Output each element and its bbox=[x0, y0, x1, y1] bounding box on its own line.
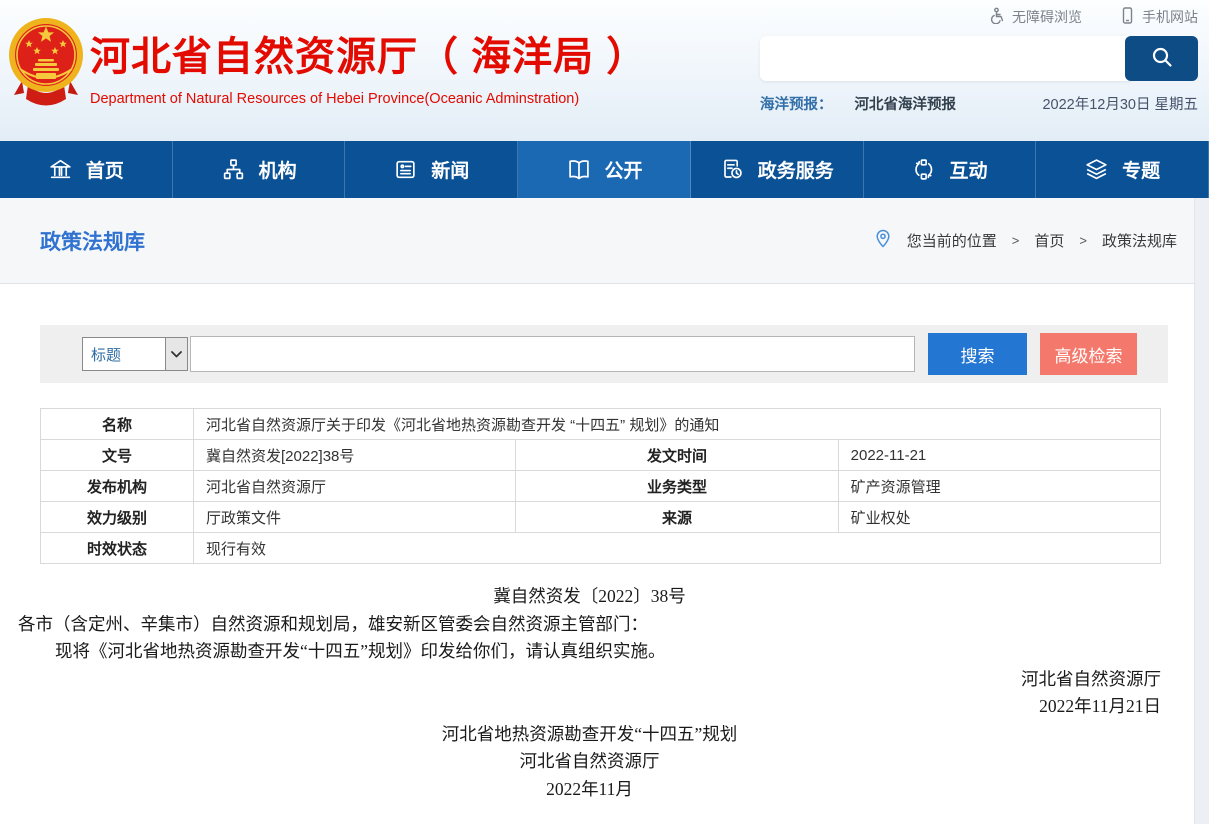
accessibility-label: 无障碍浏览 bbox=[1012, 7, 1082, 27]
site-subtitle: Department of Natural Resources of Hebei… bbox=[90, 91, 647, 107]
location-pin-icon bbox=[874, 229, 892, 253]
mobile-site-link[interactable]: 手机网站 bbox=[1120, 7, 1198, 27]
search-icon bbox=[1149, 44, 1175, 73]
site-title-block: 河北省自然资源厅（ 海洋局 ） Department of Natural Re… bbox=[90, 24, 647, 107]
nav-label: 政务服务 bbox=[758, 156, 834, 183]
field-value: 河北省自然资源厅关于印发《河北省地热资源勘查开发 “十四五” 规划》的通知 bbox=[194, 409, 1161, 440]
field-value: 现行有效 bbox=[194, 533, 1161, 564]
field-value: 河北省自然资源厅 bbox=[194, 471, 516, 502]
scrollbar[interactable] bbox=[1194, 198, 1209, 824]
field-value: 冀自然资发[2022]38号 bbox=[194, 440, 516, 471]
field-value: 厅政策文件 bbox=[194, 502, 516, 533]
nav-label: 专题 bbox=[1122, 156, 1160, 183]
table-row: 发布机构 河北省自然资源厅 业务类型 矿产资源管理 bbox=[41, 471, 1161, 502]
chevron-down-icon bbox=[165, 338, 187, 370]
ocean-forecast-label: 海洋预报： bbox=[760, 93, 833, 114]
field-label: 效力级别 bbox=[41, 502, 194, 533]
topics-icon bbox=[1084, 157, 1109, 182]
breadcrumb: 您当前的位置 > 首页 > 政策法规库 bbox=[874, 229, 1177, 253]
field-value: 矿产资源管理 bbox=[838, 471, 1160, 502]
nav-item-interaction[interactable]: 互动 bbox=[864, 141, 1037, 198]
nav-label: 互动 bbox=[949, 156, 987, 183]
field-label: 来源 bbox=[516, 502, 838, 533]
nav-label: 首页 bbox=[86, 156, 124, 183]
document-number: 冀自然资发〔2022〕38号 bbox=[18, 583, 1161, 611]
ocean-forecast-link[interactable]: 河北省海洋预报 bbox=[855, 93, 957, 114]
plan-date: 2022年11月 bbox=[18, 776, 1161, 804]
accessibility-icon bbox=[988, 7, 1005, 27]
search-button[interactable]: 搜索 bbox=[928, 333, 1027, 375]
plan-title: 河北省地热资源勘查开发“十四五”规划 bbox=[18, 721, 1161, 749]
document-detail-table: 名称 河北省自然资源厅关于印发《河北省地热资源勘查开发 “十四五” 规划》的通知… bbox=[40, 408, 1161, 564]
nav-item-public[interactable]: 公开 bbox=[518, 141, 691, 198]
news-icon bbox=[393, 157, 418, 182]
document-salutation: 各市（含定州、辛集市）自然资源和规划局，雄安新区管委会自然资源主管部门： bbox=[18, 611, 1161, 639]
nav-item-topics[interactable]: 专题 bbox=[1036, 141, 1209, 198]
nav-item-organization[interactable]: 机构 bbox=[173, 141, 346, 198]
field-value: 2022-11-21 bbox=[838, 440, 1160, 471]
breadcrumb-current: 政策法规库 bbox=[1102, 230, 1177, 251]
field-label: 文号 bbox=[41, 440, 194, 471]
search-field-selected-option: 标题 bbox=[83, 338, 165, 370]
document-paragraph: 现将《河北省地热资源勘查开发“十四五”规划》印发给你们，请认真组织实施。 bbox=[18, 638, 1161, 666]
header-search-input[interactable] bbox=[760, 36, 1131, 81]
policy-search-input[interactable] bbox=[190, 336, 915, 372]
field-label: 时效状态 bbox=[41, 533, 194, 564]
field-value: 矿业权处 bbox=[838, 502, 1160, 533]
nav-item-news[interactable]: 新闻 bbox=[345, 141, 518, 198]
signature-date: 2022年11月21日 bbox=[18, 693, 1161, 721]
plan-org: 河北省自然资源厅 bbox=[18, 748, 1161, 776]
table-row: 文号 冀自然资发[2022]38号 发文时间 2022-11-21 bbox=[41, 440, 1161, 471]
field-label: 名称 bbox=[41, 409, 194, 440]
current-date: 2022年12月30日 星期五 bbox=[1042, 93, 1198, 114]
accessibility-link[interactable]: 无障碍浏览 bbox=[988, 7, 1082, 27]
home-icon bbox=[48, 157, 73, 182]
national-emblem-logo bbox=[8, 11, 84, 118]
nav-item-services[interactable]: 政务服务 bbox=[691, 141, 864, 198]
field-label: 业务类型 bbox=[516, 471, 838, 502]
search-field-select[interactable]: 标题 bbox=[82, 337, 188, 371]
site-header: 河北省自然资源厅（ 海洋局 ） Department of Natural Re… bbox=[0, 0, 1209, 141]
document-body: 冀自然资发〔2022〕38号 各市（含定州、辛集市）自然资源和规划局，雄安新区管… bbox=[0, 564, 1209, 803]
table-row: 效力级别 厅政策文件 来源 矿业权处 bbox=[41, 502, 1161, 533]
nav-label: 机构 bbox=[259, 156, 297, 183]
field-label: 发布机构 bbox=[41, 471, 194, 502]
breadcrumb-home[interactable]: 首页 bbox=[1034, 230, 1064, 251]
site-title: 河北省自然资源厅（ 海洋局 ） bbox=[90, 24, 647, 82]
services-icon bbox=[720, 157, 745, 182]
table-row: 时效状态 现行有效 bbox=[41, 533, 1161, 564]
header-utility-links: 无障碍浏览 手机网站 bbox=[760, 5, 1198, 29]
mobile-site-label: 手机网站 bbox=[1142, 7, 1198, 27]
advanced-search-button[interactable]: 高级检索 bbox=[1040, 333, 1137, 375]
nav-label: 新闻 bbox=[431, 156, 469, 183]
breadcrumb-separator: > bbox=[1012, 233, 1020, 248]
breadcrumb-band: 政策法规库 您当前的位置 > 首页 > 政策法规库 bbox=[0, 198, 1209, 284]
nav-label: 公开 bbox=[605, 156, 643, 183]
nav-item-home[interactable]: 首页 bbox=[0, 141, 173, 198]
mobile-phone-icon bbox=[1120, 7, 1135, 27]
header-search-button[interactable] bbox=[1125, 36, 1198, 81]
organization-icon bbox=[221, 157, 246, 182]
breadcrumb-separator: > bbox=[1079, 233, 1087, 248]
breadcrumb-location-label: 您当前的位置 bbox=[907, 230, 997, 251]
table-row: 名称 河北省自然资源厅关于印发《河北省地热资源勘查开发 “十四五” 规划》的通知 bbox=[41, 409, 1161, 440]
field-label: 发文时间 bbox=[516, 440, 838, 471]
search-panel: 标题 搜索 高级检索 bbox=[40, 325, 1168, 383]
main-nav: 首页 机构 新闻 公开 bbox=[0, 141, 1209, 198]
interaction-icon bbox=[911, 157, 936, 182]
open-book-icon bbox=[566, 157, 592, 183]
signature-org: 河北省自然资源厅 bbox=[18, 666, 1161, 694]
page-title: 政策法规库 bbox=[40, 226, 145, 256]
